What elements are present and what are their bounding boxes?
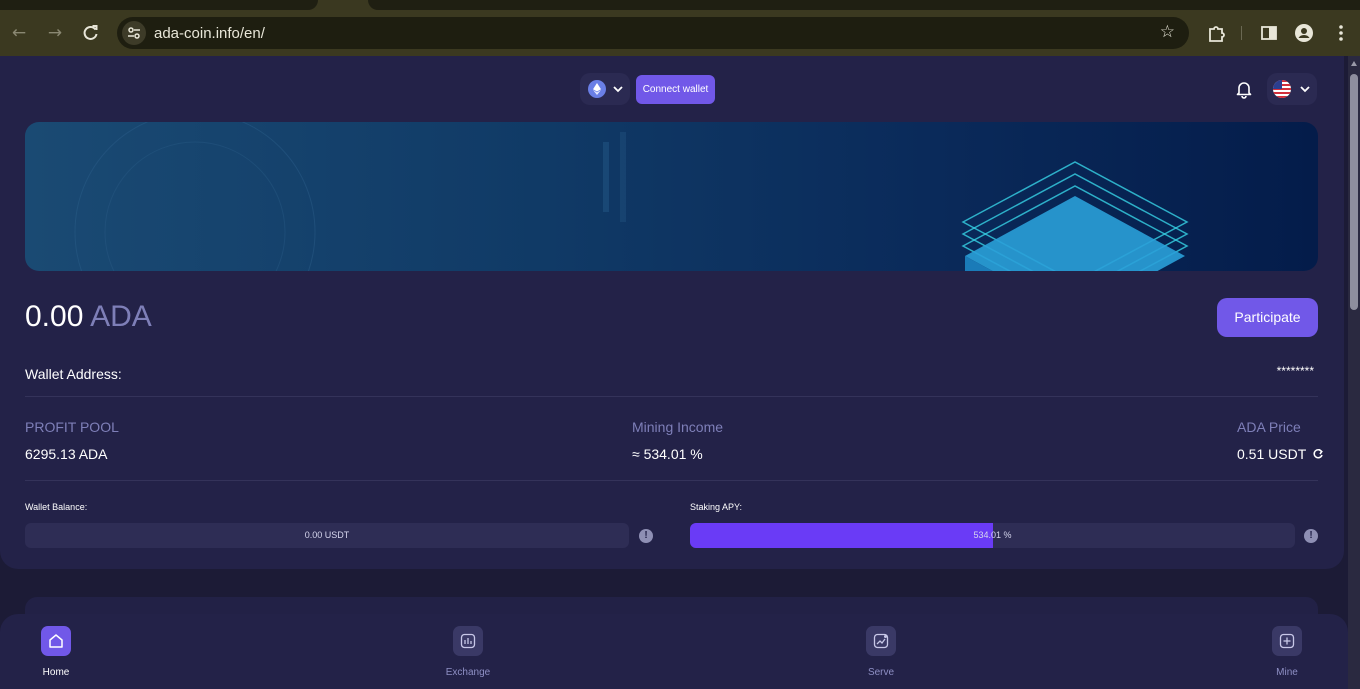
balance-amount: 0.00	[25, 300, 84, 333]
page-viewport: Connect wallet 0.00 ADA Participate Wall…	[0, 56, 1348, 689]
info-icon[interactable]: !	[1304, 529, 1318, 543]
nav-item-home[interactable]: Home	[26, 626, 86, 686]
menu-icon[interactable]	[1330, 22, 1352, 44]
staking-apy-label: Staking APY:	[690, 502, 743, 512]
wallet-balance-label: Wallet Balance:	[25, 502, 88, 512]
participate-button[interactable]: Participate	[1217, 298, 1318, 337]
refresh-icon[interactable]	[1312, 448, 1324, 460]
home-icon	[41, 626, 71, 656]
scroll-up-arrow-icon[interactable]	[1351, 61, 1357, 66]
address-bar[interactable]: ada-coin.info/en/ ☆	[117, 17, 1189, 49]
info-icon[interactable]: !	[639, 529, 653, 543]
browser-tab-strip	[0, 0, 1360, 10]
profile-icon[interactable]	[1293, 22, 1315, 44]
trend-chart-icon	[866, 626, 896, 656]
nav-label-exchange: Exchange	[445, 667, 491, 678]
profit-pool-label: PROFIT POOL	[25, 419, 119, 435]
divider	[25, 396, 1318, 397]
forward-arrow-icon[interactable]: →	[44, 22, 66, 44]
bottom-navigation: Home Exchange Serve Mine	[0, 614, 1348, 689]
bookmark-star-icon[interactable]: ☆	[1160, 22, 1175, 42]
side-panel-icon[interactable]	[1258, 22, 1280, 44]
page-scrollbar[interactable]	[1348, 56, 1360, 689]
bell-icon[interactable]	[1234, 79, 1254, 99]
nav-label-home: Home	[42, 667, 70, 678]
banner-artwork	[74, 122, 1189, 271]
nav-label-mine: Mine	[1276, 667, 1298, 678]
divider	[25, 480, 1318, 481]
ada-price-label: ADA Price	[1237, 419, 1301, 435]
browser-toolbar: ← → ada-coin.info/en/ ☆	[0, 10, 1360, 56]
chevron-down-icon	[613, 86, 623, 93]
nav-item-mine[interactable]: Mine	[1257, 626, 1317, 686]
wallet-address-label: Wallet Address:	[25, 366, 122, 382]
toolbar-divider	[1241, 26, 1242, 40]
wallet-address-value: ********	[1276, 364, 1314, 378]
chevron-down-icon	[1300, 86, 1310, 93]
language-selector[interactable]	[1267, 73, 1317, 105]
main-card: Connect wallet 0.00 ADA Participate Wall…	[0, 56, 1344, 569]
staking-apy-bar: 534.01 %	[690, 523, 1295, 548]
ethereum-icon	[588, 80, 606, 98]
mining-income-value: ≈ 534.01 %	[632, 446, 703, 462]
connect-wallet-button[interactable]: Connect wallet	[636, 75, 715, 104]
balance-unit: ADA	[90, 300, 152, 333]
browser-tab[interactable]	[0, 0, 318, 10]
scrollbar-thumb[interactable]	[1350, 74, 1358, 310]
ada-balance: 0.00 ADA	[25, 300, 152, 334]
browser-tab[interactable]	[368, 0, 1360, 10]
back-arrow-icon[interactable]: ←	[8, 22, 30, 44]
ada-price-value: 0.51 USDT	[1237, 446, 1324, 462]
site-settings-icon[interactable]	[122, 21, 146, 45]
staking-apy-text: 534.01 %	[973, 530, 1012, 540]
nav-item-serve[interactable]: Serve	[851, 626, 911, 686]
bar-chart-icon	[453, 626, 483, 656]
nav-label-serve: Serve	[867, 667, 895, 678]
wallet-balance-bar: 0.00 USDT	[25, 523, 629, 548]
mining-income-label: Mining Income	[632, 419, 724, 435]
ada-price-text: 0.51 USDT	[1237, 446, 1306, 462]
reload-icon[interactable]	[80, 22, 102, 44]
hero-banner	[25, 122, 1318, 271]
chain-selector[interactable]	[580, 73, 630, 105]
extensions-icon[interactable]	[1205, 22, 1227, 44]
url-text[interactable]: ada-coin.info/en/	[154, 25, 265, 42]
nav-item-exchange[interactable]: Exchange	[438, 626, 498, 686]
us-flag-icon	[1273, 80, 1291, 98]
profit-pool-value: 6295.13 ADA	[25, 446, 108, 462]
wallet-balance-text: 0.00 USDT	[304, 530, 350, 540]
plus-square-icon	[1272, 626, 1302, 656]
